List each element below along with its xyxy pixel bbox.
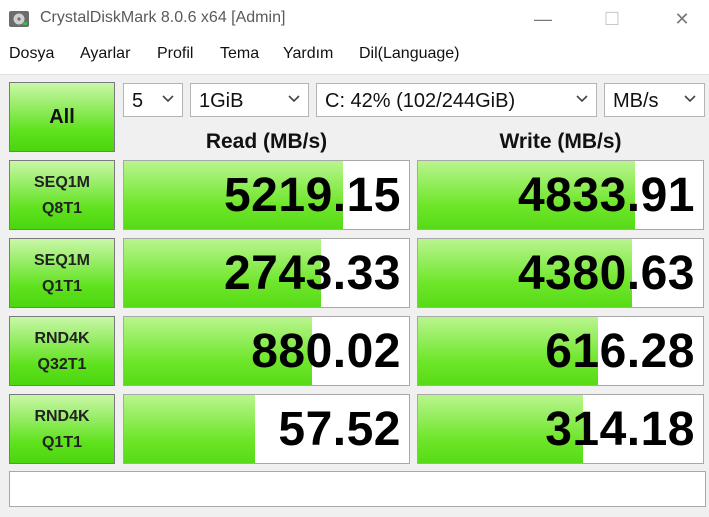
read-result-value: 880.02	[251, 325, 401, 378]
chevron-down-icon	[288, 95, 300, 103]
menu-dosya[interactable]: Dosya	[9, 45, 54, 63]
menu-profil[interactable]: Profil	[157, 45, 193, 63]
test-seq1m-q8t1-button[interactable]: SEQ1M Q8T1	[9, 160, 115, 230]
test-type-label: SEQ1M	[33, 252, 90, 269]
title-bar: CrystalDiskMark 8.0.6 x64 [Admin] — ☐ ✕	[0, 0, 709, 38]
test-type-label: SEQ1M	[33, 174, 90, 191]
all-button[interactable]: All	[9, 82, 115, 152]
comment-field[interactable]	[9, 471, 706, 507]
test-queue-label: Q8T1	[41, 200, 82, 217]
test-type-label: RND4K	[34, 408, 90, 425]
write-result-value: 4833.91	[517, 169, 695, 222]
test-size-select[interactable]: 1GiB	[190, 83, 309, 117]
disk-app-icon	[9, 11, 29, 27]
write-result-value: 616.28	[545, 325, 695, 378]
test-queue-label: Q1T1	[41, 278, 82, 295]
chevron-down-icon	[162, 95, 174, 103]
close-button[interactable]: ✕	[659, 0, 705, 38]
drive-value: C: 42% (102/244GiB)	[325, 90, 516, 112]
test-rnd4k-q32t1-button[interactable]: RND4K Q32T1	[9, 316, 115, 386]
test-type-label: RND4K	[34, 330, 90, 347]
test-queue-label: Q1T1	[41, 434, 82, 451]
minimize-button[interactable]: —	[520, 0, 566, 38]
read-result-value: 5219.15	[223, 169, 401, 222]
chevron-down-icon	[576, 95, 588, 103]
menu-yardim[interactable]: Yardım	[283, 45, 333, 63]
write-result-value: 314.18	[545, 403, 695, 456]
test-queue-label: Q32T1	[37, 356, 87, 373]
read-result-bar	[124, 395, 256, 463]
maximize-button[interactable]: ☐	[589, 0, 635, 38]
chevron-down-icon	[684, 95, 696, 103]
menu-ayarlar[interactable]: Ayarlar	[80, 45, 130, 63]
test-size-value: 1GiB	[199, 90, 244, 112]
read-result-value: 57.52	[278, 403, 401, 456]
write-result-value: 4380.63	[517, 247, 695, 300]
unit-select[interactable]: MB/s	[604, 83, 705, 117]
test-rnd4k-q1t1-button[interactable]: RND4K Q1T1	[9, 394, 115, 464]
write-result-cell: 4380.63	[417, 238, 704, 308]
read-header: Read (MB/s)	[205, 130, 328, 153]
read-result-cell: 57.52	[123, 394, 410, 464]
window-title: CrystalDiskMark 8.0.6 x64 [Admin]	[40, 9, 286, 26]
unit-value: MB/s	[613, 90, 659, 112]
test-count-value: 5	[132, 90, 144, 112]
test-seq1m-q1t1-button[interactable]: SEQ1M Q1T1	[9, 238, 115, 308]
read-result-cell: 880.02	[123, 316, 410, 386]
write-header: Write (MB/s)	[499, 130, 622, 153]
test-count-select[interactable]: 5	[123, 83, 183, 117]
menu-language[interactable]: Dil(Language)	[359, 45, 460, 63]
write-result-cell: 314.18	[417, 394, 704, 464]
menu-tema[interactable]: Tema	[220, 45, 259, 63]
read-result-value: 2743.33	[223, 247, 401, 300]
drive-select[interactable]: C: 42% (102/244GiB)	[316, 83, 597, 117]
write-result-cell: 616.28	[417, 316, 704, 386]
read-result-cell: 5219.15	[123, 160, 410, 230]
write-result-cell: 4833.91	[417, 160, 704, 230]
read-result-cell: 2743.33	[123, 238, 410, 308]
